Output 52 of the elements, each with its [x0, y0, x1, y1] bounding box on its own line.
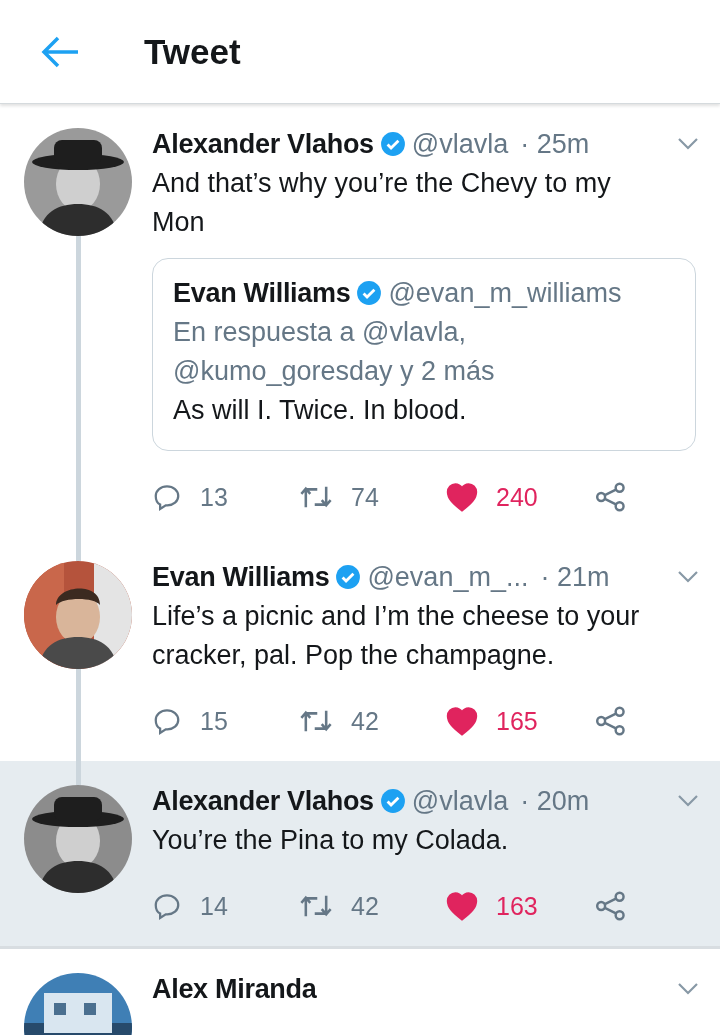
reply-count: 13: [200, 482, 228, 512]
retweet-count: 42: [351, 706, 379, 736]
tweet-time: · 25m: [520, 128, 590, 160]
tweet-text: And that’s why you’re the Chevy to my Mon: [152, 167, 612, 239]
share-icon: [595, 891, 627, 921]
reply-icon: [152, 482, 182, 512]
author-name[interactable]: Evan Williams: [173, 277, 351, 309]
author-name[interactable]: Alex Miranda: [152, 973, 317, 1005]
like-count: 163: [496, 891, 538, 921]
reply-context: En respuesta a @vlavla, @kumo_goresday y 2 más: [173, 316, 496, 388]
reply-button[interactable]: [152, 706, 182, 736]
author-name[interactable]: Alexander Vlahos: [152, 785, 374, 817]
quoted-tweet[interactable]: Evan Williams @evan_m_williams En respuesta a @vlavla, @kumo_goresday y 2 más As will I. Twice. In blood.: [152, 258, 696, 451]
share-button[interactable]: [595, 482, 627, 512]
caret-icon[interactable]: [676, 981, 700, 997]
like-button[interactable]: [446, 706, 478, 736]
reply-count: 14: [200, 891, 228, 921]
tweet-text: You’re the Pina to my Colada.: [152, 824, 510, 857]
page-title: Tweet: [144, 31, 241, 72]
tweet[interactable]: Alex Miranda: [0, 946, 720, 1035]
retweet-count: 42: [351, 891, 379, 921]
tweet-text: Life’s a picnic and I’m the cheese to your cracker, pal. Pop the champagne.: [152, 600, 641, 672]
like-count: 240: [496, 482, 538, 512]
reply-count: 15: [200, 706, 228, 736]
author-handle: @vlavla: [411, 785, 509, 817]
like-button[interactable]: [446, 482, 478, 512]
author-handle: @evan_m_...: [367, 561, 529, 593]
reply-icon: [152, 891, 182, 921]
reply-button[interactable]: [152, 891, 182, 921]
reply-button[interactable]: [152, 482, 182, 512]
heart-icon: [446, 706, 478, 736]
caret-icon[interactable]: [676, 136, 700, 152]
like-count: 165: [496, 706, 538, 736]
tweet-text: As will I. Twice. In blood.: [173, 394, 468, 427]
retweet-count: 74: [351, 482, 379, 512]
author-name[interactable]: Evan Williams: [152, 561, 330, 593]
share-button[interactable]: [595, 706, 627, 736]
share-icon: [595, 706, 627, 736]
share-icon: [595, 482, 627, 512]
share-button[interactable]: [595, 891, 627, 921]
author-handle: @vlavla: [411, 128, 509, 160]
like-button[interactable]: [446, 891, 478, 921]
tweet-time: · 21m: [540, 561, 610, 593]
author-name[interactable]: Alexander Vlahos: [152, 128, 374, 160]
reply-icon: [152, 706, 182, 736]
heart-icon: [446, 482, 478, 512]
heart-icon: [446, 891, 478, 921]
tweet-time: · 20m: [520, 785, 590, 817]
tweet[interactable]: Alexander Vlahos @vlavla · 20m You’re the Pina to my Colada. 14 42 163: [0, 761, 720, 946]
caret-icon[interactable]: [676, 793, 700, 809]
author-handle: @evan_m_williams: [388, 277, 622, 309]
caret-icon[interactable]: [676, 569, 700, 585]
